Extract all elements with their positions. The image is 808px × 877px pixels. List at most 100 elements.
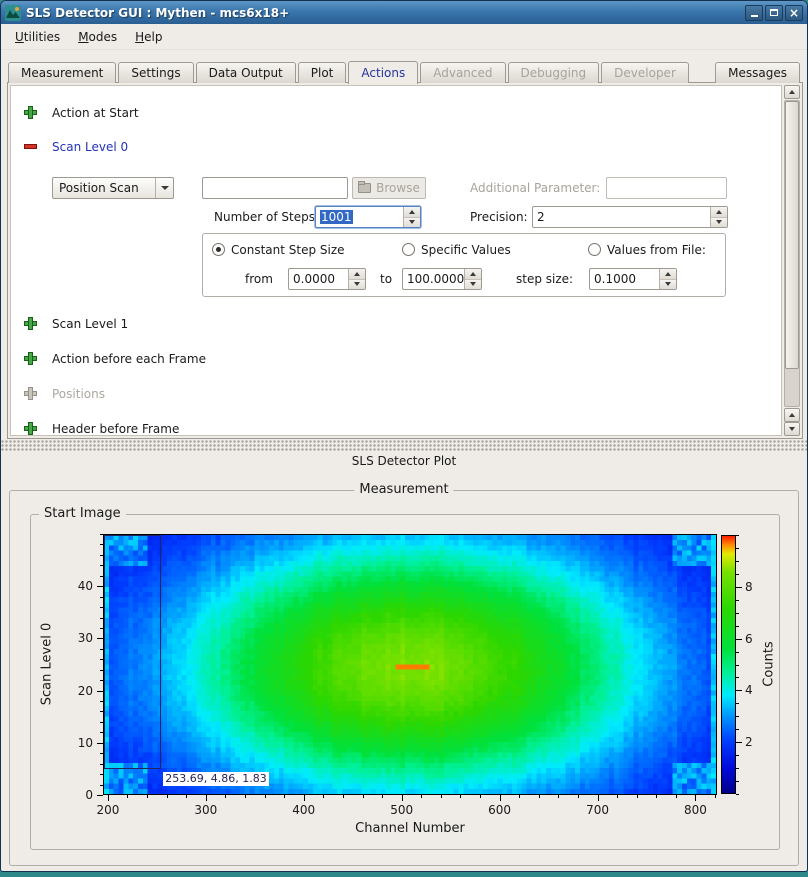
vertical-scrollbar[interactable] (784, 85, 800, 436)
tick-mark (736, 690, 742, 691)
tab-settings[interactable]: Settings (118, 62, 193, 83)
tick-mark (284, 795, 285, 798)
radio-unchecked-icon[interactable] (588, 243, 601, 256)
tab-data-output[interactable]: Data Output (196, 62, 296, 83)
app-window: SLS Detector GUI : Mythen - mcs6x18+ × U… (0, 0, 808, 872)
spin-up-button[interactable] (404, 207, 420, 218)
tick-mark (147, 795, 148, 798)
heatmap-canvas[interactable] (104, 535, 716, 794)
maximize-button[interactable] (765, 5, 783, 21)
scroll-up-button-bottom[interactable] (784, 408, 800, 422)
tick-mark (656, 795, 657, 798)
colorbar-tick-label: 2 (745, 735, 753, 749)
spin-up-button[interactable] (465, 269, 481, 280)
expand-plus-icon-disabled (24, 387, 37, 400)
heatmap-plot[interactable]: 253.69, 4.86, 1.83 (103, 534, 717, 795)
menu-modes[interactable]: Modes (70, 27, 125, 47)
tick-mark (736, 574, 739, 575)
app-icon[interactable] (5, 5, 21, 21)
minimize-button[interactable] (745, 5, 763, 21)
scrollbar-track[interactable] (784, 100, 800, 407)
number-of-steps-spinbox[interactable]: 1001 (315, 206, 421, 228)
scrollbar-thumb[interactable] (785, 101, 799, 369)
expand-plus-icon[interactable] (24, 106, 37, 119)
from-spinbox[interactable]: 0.0000 (288, 268, 366, 290)
titlebar[interactable]: SLS Detector GUI : Mythen - mcs6x18+ × (1, 1, 807, 24)
from-value[interactable]: 0.0000 (289, 269, 348, 289)
spin-down-button[interactable] (349, 280, 365, 290)
tick-mark (382, 795, 383, 798)
tick-mark (127, 795, 128, 798)
scan-mode-combobox[interactable]: Position Scan (52, 177, 174, 199)
tabbar: MeasurementSettingsData OutputPlotAction… (8, 60, 800, 83)
number-of-steps-label: Number of Steps: (214, 210, 319, 224)
radio-values-from-file[interactable]: Values from File: (588, 241, 706, 258)
browse-button: Browse (352, 177, 426, 199)
minimize-icon (751, 15, 758, 17)
tab-actions[interactable]: Actions (348, 61, 418, 84)
actions-scroll-area: Action at Start Scan Level 0 Position Sc… (10, 85, 782, 436)
y-tick-label: 0 (85, 788, 93, 802)
tab-measurement[interactable]: Measurement (8, 62, 116, 83)
tick-mark (736, 600, 739, 601)
to-label: to (380, 272, 392, 286)
positions-label: Positions (52, 387, 105, 401)
radio-unchecked-icon[interactable] (402, 243, 415, 256)
precision-spinbox[interactable]: 2 (532, 206, 728, 228)
tick-mark (736, 768, 739, 769)
x-tick-label: 300 (194, 803, 217, 817)
tick-mark (676, 795, 677, 798)
x-tick-label: 700 (586, 803, 609, 817)
spin-down-button[interactable] (660, 280, 676, 290)
radio-checked-icon[interactable] (212, 243, 225, 256)
menu-utilities[interactable]: Utilities (7, 27, 68, 47)
tick-mark (402, 795, 403, 801)
radio-constant-step-size[interactable]: Constant Step Size (212, 241, 345, 258)
expand-plus-icon[interactable] (24, 352, 37, 365)
close-button[interactable]: × (785, 5, 803, 21)
maximize-icon (770, 9, 778, 16)
scroll-up-button[interactable] (784, 85, 800, 99)
spin-down-button[interactable] (711, 218, 727, 228)
spin-down-button[interactable] (404, 218, 420, 228)
tick-mark (500, 795, 501, 801)
step-size-spinbox[interactable]: 0.1000 (589, 268, 677, 290)
radio-specific-values[interactable]: Specific Values (402, 241, 511, 258)
menubar: UtilitiesModesHelp (1, 24, 807, 50)
tick-mark (539, 795, 540, 798)
to-value[interactable]: 100.0000 (403, 269, 464, 289)
tick-mark (167, 795, 168, 798)
step-size-value[interactable]: 0.1000 (590, 269, 659, 289)
x-axis-title: Channel Number (355, 821, 465, 836)
collapse-minus-icon[interactable] (24, 140, 37, 153)
tab-messages[interactable]: Messages (715, 62, 800, 83)
number-of-steps-value[interactable]: 1001 (320, 210, 353, 224)
tick-mark (736, 742, 742, 743)
scan-mode-value: Position Scan (53, 181, 155, 195)
splitter-handle[interactable] (1, 440, 807, 451)
x-tick-label: 600 (488, 803, 511, 817)
scan-level-0-label: Scan Level 0 (52, 140, 128, 154)
additional-parameter-label: Additional Parameter: (470, 181, 600, 195)
spin-up-button[interactable] (711, 207, 727, 218)
expand-plus-icon[interactable] (24, 422, 37, 435)
colorbar-tick-label: 6 (745, 632, 753, 646)
expand-plus-icon[interactable] (24, 317, 37, 330)
scan-script-input[interactable] (202, 177, 348, 199)
tick-mark (736, 587, 742, 588)
header-before-frame-label: Header before Frame (52, 422, 179, 436)
tab-plot[interactable]: Plot (298, 62, 347, 83)
tick-mark (695, 795, 696, 801)
precision-value[interactable]: 2 (533, 207, 710, 227)
spin-up-button[interactable] (660, 269, 676, 280)
x-tick-label: 400 (292, 803, 315, 817)
menu-help[interactable]: Help (127, 27, 170, 47)
y-tick-label: 10 (78, 736, 93, 750)
spin-down-button[interactable] (465, 280, 481, 290)
step-mode-groupbox: Constant Step Size Specific Values Value… (202, 233, 726, 297)
tick-mark (441, 795, 442, 798)
tick-mark (460, 795, 461, 798)
scroll-down-button[interactable] (784, 422, 800, 436)
to-spinbox[interactable]: 100.0000 (402, 268, 482, 290)
spin-up-button[interactable] (349, 269, 365, 280)
